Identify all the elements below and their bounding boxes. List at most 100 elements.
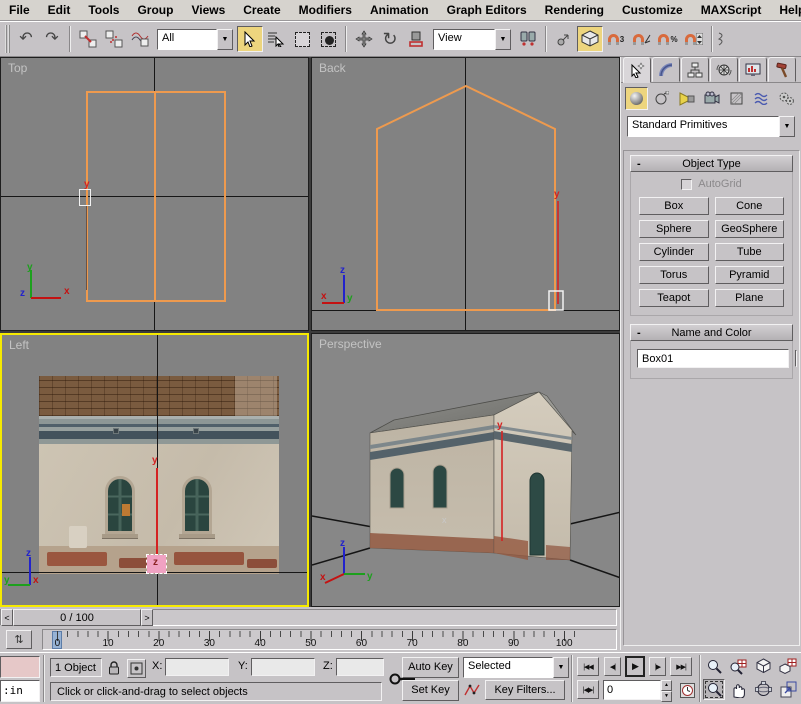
trackbar-toggle-button[interactable]: ⇅: [6, 630, 32, 649]
autogrid-checkbox[interactable]: [681, 178, 693, 190]
select-and-rotate-button[interactable]: ↻: [377, 26, 403, 52]
select-and-scale-button[interactable]: [403, 26, 429, 52]
object-type-button[interactable]: Pyramid: [714, 266, 784, 284]
key-mode-toggle-button[interactable]: |◀▶|: [577, 680, 599, 699]
menu-item[interactable]: Modifiers: [290, 0, 361, 20]
object-type-button[interactable]: Torus: [639, 266, 709, 284]
absolute-mode-button[interactable]: [127, 659, 146, 678]
region-zoom-button-active[interactable]: [703, 679, 725, 700]
time-next-frame-button[interactable]: >: [141, 609, 153, 626]
percent-snap-button[interactable]: %: [655, 26, 681, 52]
menu-item[interactable]: MAXScript: [692, 0, 771, 20]
select-and-move-button[interactable]: [351, 26, 377, 52]
selection-filter-dropdown[interactable]: All ▼: [157, 28, 233, 50]
viewport-back[interactable]: Back y z x y: [311, 57, 620, 331]
object-type-rollout-header[interactable]: - Object Type: [630, 155, 793, 172]
next-frame-button[interactable]: |▶: [649, 657, 666, 676]
rectangular-selection-region-button[interactable]: [289, 26, 315, 52]
box-wireframe-top[interactable]: [86, 91, 226, 302]
object-color-swatch[interactable]: [795, 350, 797, 367]
auto-key-button[interactable]: Auto Key: [402, 657, 459, 678]
viewport-top[interactable]: Top y y x z: [0, 57, 309, 331]
zoom-extents-button[interactable]: [752, 656, 774, 677]
menu-item[interactable]: Views: [182, 0, 234, 20]
zoom-extents-all-button[interactable]: [777, 656, 799, 677]
object-type-button[interactable]: Box: [639, 197, 709, 215]
tab-modify[interactable]: [652, 57, 680, 82]
primitive-category-dropdown[interactable]: Standard Primitives ▼: [627, 116, 795, 137]
previous-frame-button[interactable]: ◀|: [604, 657, 621, 676]
time-previous-frame-button[interactable]: <: [1, 609, 13, 626]
menu-item[interactable]: Edit: [39, 0, 80, 20]
select-object-button[interactable]: [237, 26, 263, 52]
menu-item[interactable]: Customize: [613, 0, 692, 20]
menu-item[interactable]: File: [0, 0, 39, 20]
snaps-toggle-button[interactable]: [577, 26, 603, 52]
vertex-handle[interactable]: [79, 189, 91, 206]
menu-item[interactable]: Create: [234, 0, 289, 20]
menu-item[interactable]: Tools: [79, 0, 128, 20]
tab-create[interactable]: [623, 57, 651, 83]
select-and-manipulate-button[interactable]: [551, 26, 577, 52]
menu-item[interactable]: Graph Editors: [438, 0, 536, 20]
unlink-selection-button[interactable]: [101, 26, 127, 52]
object-type-button[interactable]: Cone: [714, 197, 784, 215]
go-to-end-button[interactable]: ▶▶|: [670, 657, 692, 676]
redo-button[interactable]: ↷: [39, 26, 65, 52]
snap-3d-button[interactable]: 3: [603, 26, 629, 52]
category-lights-button[interactable]: [675, 87, 698, 110]
tab-motion[interactable]: [710, 57, 738, 82]
maxscript-mini-listener[interactable]: :in: [0, 680, 40, 702]
y-coordinate-input[interactable]: [251, 658, 315, 676]
macro-recorder-box[interactable]: [0, 656, 40, 678]
object-name-input[interactable]: [637, 349, 789, 368]
angle-snap-button[interactable]: [629, 26, 655, 52]
category-helpers-button[interactable]: [725, 87, 748, 110]
viewport-perspective-label[interactable]: Perspective: [319, 337, 382, 351]
object-type-button[interactable]: Sphere: [639, 220, 709, 238]
menu-item[interactable]: Help: [770, 0, 801, 20]
key-mode-dropdown[interactable]: Selected ▼: [463, 657, 569, 678]
category-geometry-button[interactable]: [625, 86, 648, 110]
arc-rotate-button[interactable]: [752, 679, 774, 700]
tab-display[interactable]: [739, 57, 767, 82]
x-coordinate-input[interactable]: [165, 658, 229, 676]
category-cameras-button[interactable]: [700, 87, 723, 110]
spinner-up-icon[interactable]: ▲: [661, 680, 672, 691]
current-frame-input[interactable]: [603, 680, 661, 700]
viewport-perspective[interactable]: Perspective y x z x y: [311, 333, 620, 607]
select-by-name-button[interactable]: [263, 26, 289, 52]
time-configuration-button[interactable]: [678, 680, 696, 700]
viewport-top-label[interactable]: Top: [8, 61, 27, 75]
track-bar-ruler[interactable]: 0 10 20 30 40 50 60 70 80 90 100: [42, 629, 617, 650]
primitive-category-arrow[interactable]: ▼: [779, 116, 795, 137]
frame-spinner[interactable]: ▲ ▼: [661, 680, 672, 702]
key-filters-button[interactable]: Key Filters...: [485, 680, 565, 700]
reference-coordinate-arrow[interactable]: ▼: [495, 28, 511, 50]
category-systems-button[interactable]: [775, 87, 798, 110]
viewport-back-label[interactable]: Back: [319, 61, 346, 75]
clipped-edge-button[interactable]: [717, 26, 727, 52]
key-mode-arrow[interactable]: ▼: [553, 657, 569, 678]
object-type-button[interactable]: Tube: [714, 243, 784, 261]
toolbar-grip[interactable]: [5, 25, 10, 53]
object-type-button[interactable]: Teapot: [639, 289, 709, 307]
zoom-all-button[interactable]: [727, 656, 749, 677]
zoom-button[interactable]: [703, 656, 725, 677]
object-type-button[interactable]: Plane: [714, 289, 784, 307]
select-and-link-button[interactable]: [75, 26, 101, 52]
object-type-button[interactable]: Cylinder: [639, 243, 709, 261]
reference-coordinate-dropdown[interactable]: View ▼: [433, 28, 511, 50]
spinner-snap-button[interactable]: [681, 26, 707, 52]
undo-button[interactable]: ↶: [13, 26, 39, 52]
time-slider-button[interactable]: 0 / 100: [13, 609, 141, 626]
menu-item[interactable]: Rendering: [536, 0, 613, 20]
set-key-button[interactable]: Set Key: [402, 680, 459, 701]
name-color-rollout-header[interactable]: - Name and Color: [630, 324, 793, 341]
category-shapes-button[interactable]: [650, 87, 673, 110]
tab-utilities[interactable]: [768, 57, 796, 82]
menu-item[interactable]: Group: [128, 0, 182, 20]
default-in-out-tangent-button[interactable]: [463, 680, 481, 700]
object-type-button[interactable]: GeoSphere: [714, 220, 784, 238]
play-button[interactable]: ▶: [625, 656, 645, 677]
